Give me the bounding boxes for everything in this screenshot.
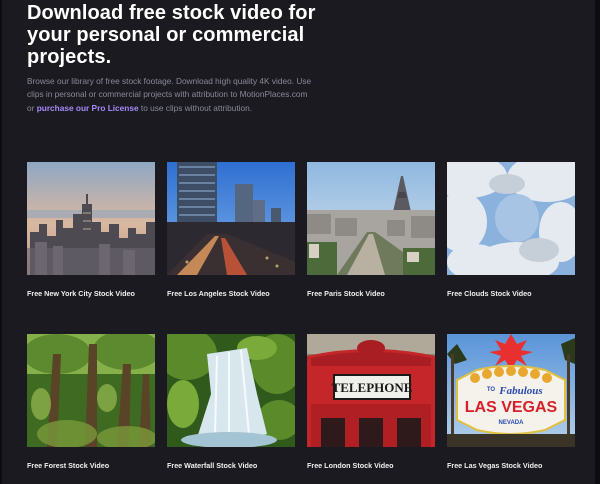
video-title[interactable]: Free Forest Stock Video xyxy=(27,461,155,470)
video-thumbnail[interactable] xyxy=(447,162,575,275)
video-title[interactable]: Free Clouds Stock Video xyxy=(447,289,575,298)
las-vegas-sign-icon: TO Fabulous LAS VEGAS NEVADA xyxy=(447,334,575,447)
video-thumbnail[interactable]: TELEPHONE xyxy=(307,334,435,447)
video-card[interactable]: Free Waterfall Stock Video xyxy=(167,334,295,470)
window-edge-right xyxy=(595,0,600,484)
video-thumbnail[interactable] xyxy=(167,334,295,447)
video-thumbnail[interactable] xyxy=(167,162,295,275)
video-title[interactable]: Free Waterfall Stock Video xyxy=(167,461,295,470)
video-card[interactable]: Free Forest Stock Video xyxy=(27,334,155,470)
video-card[interactable]: TO Fabulous LAS VEGAS NEVADA Free Las Ve… xyxy=(447,334,575,470)
video-title[interactable]: Free Paris Stock Video xyxy=(307,289,435,298)
video-thumbnail[interactable] xyxy=(27,162,155,275)
clouds-sky-icon xyxy=(447,162,575,275)
page-title: Download free stock video for your perso… xyxy=(27,2,316,68)
video-thumbnail[interactable] xyxy=(27,334,155,447)
video-title[interactable]: Free Los Angeles Stock Video xyxy=(167,289,295,298)
forest-trees-icon xyxy=(27,334,155,447)
video-title[interactable]: Free London Stock Video xyxy=(307,461,435,470)
description-text-end: to use clips without attribution. xyxy=(138,102,253,113)
paris-eiffel-tower-icon xyxy=(307,162,435,275)
vegas-sign-fabulous: Fabulous xyxy=(498,385,542,397)
los-angeles-skyline-icon xyxy=(167,162,295,275)
new-york-skyline-icon xyxy=(27,162,155,275)
hero-section: Download free stock video for your perso… xyxy=(27,0,327,115)
video-title[interactable]: Free Las Vegas Stock Video xyxy=(447,461,575,470)
video-thumbnail[interactable]: TO Fabulous LAS VEGAS NEVADA xyxy=(447,334,575,447)
video-title[interactable]: Free New York City Stock Video xyxy=(27,289,155,298)
vegas-sign-to: TO xyxy=(487,387,496,393)
video-card[interactable]: Free Clouds Stock Video xyxy=(447,162,575,298)
video-card[interactable]: Free Paris Stock Video xyxy=(307,162,435,298)
london-telephone-box-icon: TELEPHONE xyxy=(307,334,435,447)
hero-description: Browse our library of free stock footage… xyxy=(27,75,317,115)
waterfall-icon xyxy=(167,334,295,447)
vegas-sign-nevada: NEVADA xyxy=(499,420,525,426)
vegas-sign-main: LAS VEGAS xyxy=(465,399,558,416)
window-edge-left xyxy=(0,0,2,484)
pro-license-link[interactable]: purchase our Pro License xyxy=(37,103,139,113)
video-card[interactable]: TELEPHONE Free London Stock Video xyxy=(307,334,435,470)
video-thumbnail[interactable] xyxy=(307,162,435,275)
video-card[interactable]: Free New York City Stock Video xyxy=(27,162,155,298)
video-card[interactable]: Free Los Angeles Stock Video xyxy=(167,162,295,298)
telephone-sign-text: TELEPHONE xyxy=(332,380,413,395)
